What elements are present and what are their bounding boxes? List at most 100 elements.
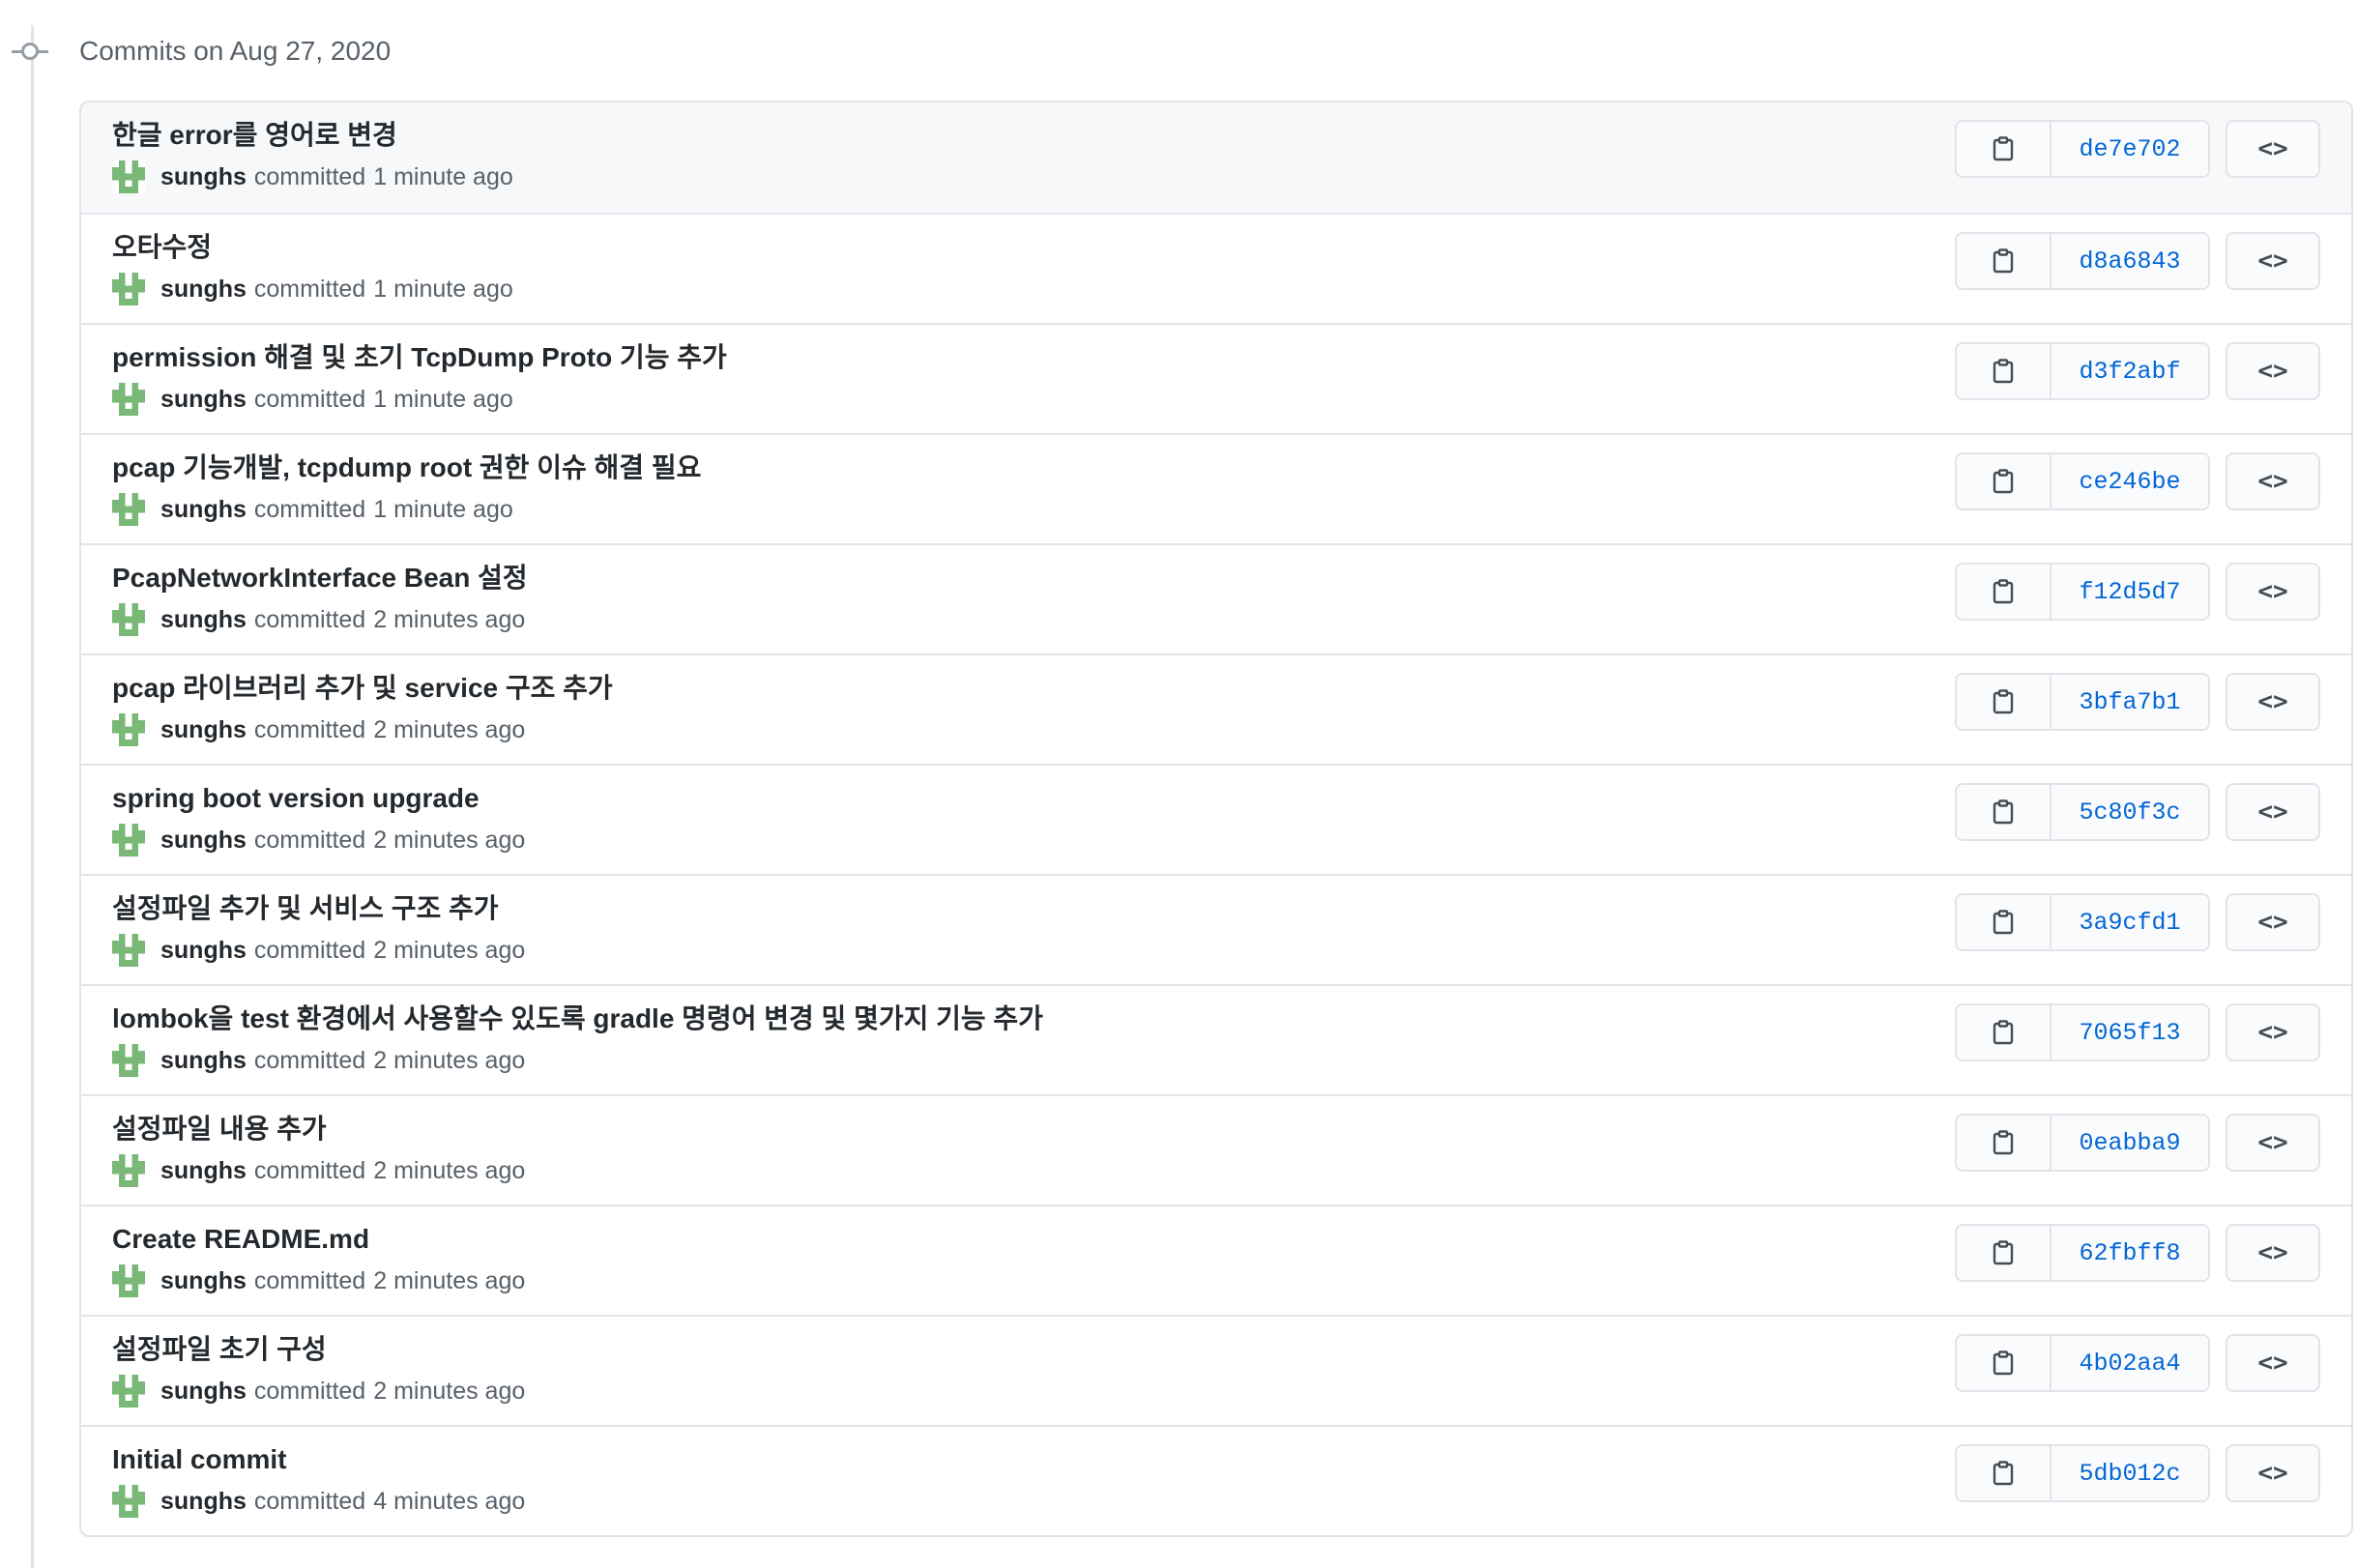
commit-sha-link[interactable]: 0eabba9 [2051,1116,2208,1170]
copy-sha-button[interactable] [1957,1005,2051,1060]
copy-sha-button[interactable] [1957,565,2051,619]
author-name-link[interactable]: sunghs [160,606,247,634]
commit-row: pcap 기능개발, tcpdump root 권한 이슈 해결 필요 sung… [81,433,2351,543]
author-name-link[interactable]: sunghs [160,276,247,304]
sha-button-group: f12d5d7 [1955,563,2210,621]
committed-label: committed [253,1156,366,1184]
author-name-link[interactable]: sunghs [160,1157,247,1185]
author-avatar[interactable] [112,273,145,305]
commit-message-link[interactable]: PcapNetworkInterface Bean 설정 [112,561,528,595]
commit-message-link[interactable]: lombok을 test 환경에서 사용할수 있도록 gradle 명령어 변경… [112,1002,1043,1036]
commit-sha-link[interactable]: 62fbff8 [2051,1226,2208,1280]
browse-repository-button[interactable]: <> [2226,452,2320,510]
clipboard-icon [1993,1020,2014,1045]
browse-repository-button[interactable]: <> [2226,673,2320,731]
copy-sha-button[interactable] [1957,454,2051,508]
commit-message-link[interactable]: pcap 기능개발, tcpdump root 권한 이슈 해결 필요 [112,450,701,485]
author-avatar[interactable] [112,603,145,636]
copy-sha-button[interactable] [1957,1336,2051,1390]
author-name-link[interactable]: sunghs [160,1047,247,1075]
browse-repository-button[interactable]: <> [2226,1334,2320,1392]
relative-time: 2 minutes ago [373,715,526,743]
copy-sha-button[interactable] [1957,675,2051,729]
browse-repository-button[interactable]: <> [2226,232,2320,290]
commit-sha-link[interactable]: 7065f13 [2051,1005,2208,1060]
commit-sha-link[interactable]: f12d5d7 [2051,565,2208,619]
commit-meta: sunghs committed 2 minutes ago [112,603,528,636]
browse-repository-button[interactable]: <> [2226,893,2320,951]
commit-sha-link[interactable]: 3a9cfd1 [2051,895,2208,949]
commit-message-link[interactable]: 오타수정 [112,230,513,265]
author-avatar[interactable] [112,383,145,416]
commit-info: PcapNetworkInterface Bean 설정 sunghs comm… [112,561,528,636]
commit-sha-link[interactable]: 3bfa7b1 [2051,675,2208,729]
author-avatar[interactable] [112,713,145,746]
commit-row: 설정파일 내용 추가 sunghs committed 2 minutes ag… [81,1094,2351,1205]
browse-repository-button[interactable]: <> [2226,1003,2320,1061]
copy-sha-button[interactable] [1957,344,2051,398]
commit-message-link[interactable]: 설정파일 추가 및 서비스 구조 추가 [112,891,525,926]
copy-sha-button[interactable] [1957,1226,2051,1280]
committed-label: committed [253,275,366,303]
browse-repository-button[interactable]: <> [2226,1114,2320,1172]
commit-message-link[interactable]: Create README.md [112,1222,525,1257]
commit-sha-link[interactable]: 5db012c [2051,1446,2208,1500]
commit-meta: sunghs committed 2 minutes ago [112,1044,1043,1077]
clipboard-icon [1993,689,2014,714]
clipboard-icon [1993,1130,2014,1155]
commit-sha-link[interactable]: 5c80f3c [2051,785,2208,839]
commit-message-link[interactable]: 설정파일 내용 추가 [112,1112,525,1147]
commit-info: pcap 기능개발, tcpdump root 권한 이슈 해결 필요 sung… [112,450,701,526]
commit-actions: 5db012c <> [1955,1444,2320,1502]
commit-row: 설정파일 초기 구성 sunghs committed 2 minutes ag… [81,1315,2351,1425]
sha-button-group: 3bfa7b1 [1955,673,2210,731]
author-name-link[interactable]: sunghs [160,716,247,744]
author-avatar[interactable] [112,1264,145,1297]
commit-message-link[interactable]: Initial commit [112,1442,525,1477]
copy-sha-button[interactable] [1957,1446,2051,1500]
browse-repository-button[interactable]: <> [2226,563,2320,621]
author-avatar[interactable] [112,1044,145,1077]
copy-sha-button[interactable] [1957,122,2051,176]
browse-repository-button[interactable]: <> [2226,120,2320,178]
author-avatar[interactable] [112,824,145,857]
relative-time: 1 minute ago [373,162,513,190]
author-avatar[interactable] [112,934,145,967]
author-name-link[interactable]: sunghs [160,1267,247,1295]
author-name-link[interactable]: sunghs [160,386,247,414]
commit-sha-link[interactable]: d3f2abf [2051,344,2208,398]
sha-button-group: 4b02aa4 [1955,1334,2210,1392]
author-name-link[interactable]: sunghs [160,1488,247,1516]
commit-sha-link[interactable]: 4b02aa4 [2051,1336,2208,1390]
commit-message-link[interactable]: pcap 라이브러리 추가 및 service 구조 추가 [112,671,613,706]
author-name-link[interactable]: sunghs [160,496,247,524]
commit-sha-link[interactable]: d8a6843 [2051,234,2208,288]
browse-repository-button[interactable]: <> [2226,342,2320,400]
author-avatar[interactable] [112,160,145,193]
author-name-link[interactable]: sunghs [160,937,247,965]
commit-message-link[interactable]: permission 해결 및 초기 TcpDump Proto 기능 추가 [112,340,727,375]
browse-repository-button[interactable]: <> [2226,783,2320,841]
commit-message-link[interactable]: 한글 error를 영어로 변경 [112,118,513,153]
copy-sha-button[interactable] [1957,895,2051,949]
relative-time: 1 minute ago [373,385,513,413]
commit-row: 한글 error를 영어로 변경 sunghs committed 1 minu… [81,102,2351,213]
commit-sha-link[interactable]: de7e702 [2051,122,2208,176]
copy-sha-button[interactable] [1957,785,2051,839]
browse-repository-button[interactable]: <> [2226,1224,2320,1282]
copy-sha-button[interactable] [1957,1116,2051,1170]
author-name-link[interactable]: sunghs [160,163,247,191]
commit-message-link[interactable]: spring boot version upgrade [112,781,525,816]
browse-repository-button[interactable]: <> [2226,1444,2320,1502]
author-name-link[interactable]: sunghs [160,1378,247,1406]
author-avatar[interactable] [112,1154,145,1187]
commit-sha-link[interactable]: ce246be [2051,454,2208,508]
relative-time: 1 minute ago [373,495,513,523]
author-name-link[interactable]: sunghs [160,827,247,855]
commit-message-link[interactable]: 설정파일 초기 구성 [112,1332,525,1367]
author-avatar[interactable] [112,1375,145,1408]
author-avatar[interactable] [112,493,145,526]
copy-sha-button[interactable] [1957,234,2051,288]
committed-label: committed [253,385,366,413]
author-avatar[interactable] [112,1485,145,1518]
